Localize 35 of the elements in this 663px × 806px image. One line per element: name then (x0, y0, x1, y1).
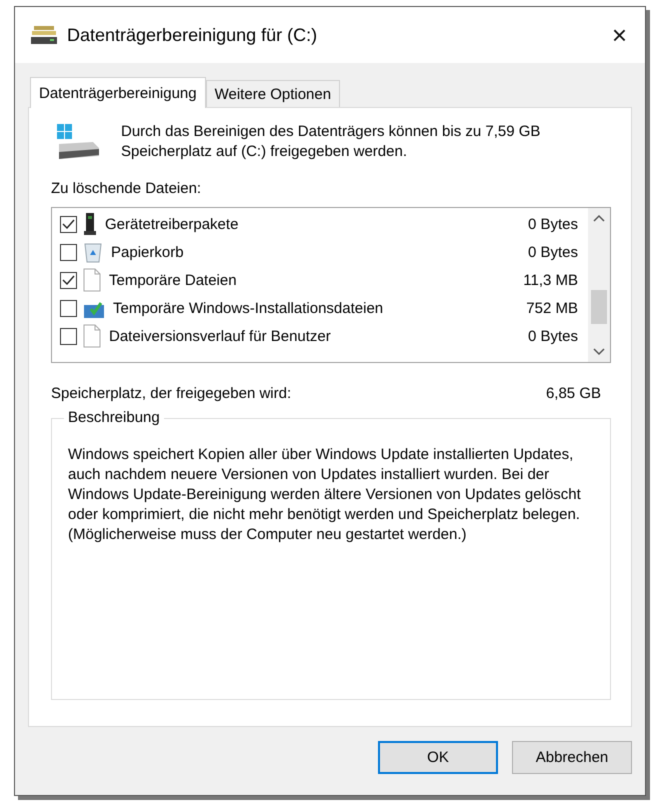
description-text: Windows speichert Kopien aller über Windows Update installierten Updates, auch nachdem neuere Versionen von Updates installiert wurden. Bei der Windows Update-Bereinigung werden ältere Versionen von Updates gelöscht oder komprimiert, die nicht mehr benötigt werden und Speicherplatz belegen. (Möglicherweise muss der Computer neu gestartet werden.) (68, 445, 582, 545)
file-size: 0 Bytes (528, 244, 579, 260)
checkbox[interactable] (60, 216, 77, 232)
file-category-name: Dateiversionsverlauf für Benutzer (109, 328, 332, 344)
file-icon (83, 268, 101, 292)
drive-icon (31, 25, 57, 45)
close-button[interactable]: × (608, 20, 631, 50)
file-category-name: Temporäre Dateien (109, 272, 238, 288)
window-title: Datenträgerbereinigung für (C:) (67, 24, 318, 46)
scroll-thumb[interactable] (591, 290, 607, 324)
recycle-bin-icon (83, 241, 103, 263)
freed-space-value: 6,85 GB (546, 385, 601, 402)
checkbox[interactable] (60, 244, 77, 260)
device-icon (83, 213, 97, 235)
file-size: 0 Bytes (528, 328, 579, 344)
intro-text: Durch das Bereinigen des Datenträgers können bis zu 7,59 GB Speicherplatz auf (C:) freigegeben werden. (121, 122, 542, 162)
file-size: 752 MB (526, 300, 579, 316)
file-size: 11,3 MB (523, 272, 579, 288)
tab[interactable]: Datenträgerbereinigung (30, 77, 206, 108)
checkbox[interactable] (60, 328, 77, 344)
freed-space-label: Speicherplatz, der freigegeben wird: (51, 385, 292, 402)
checkbox[interactable] (60, 272, 77, 288)
dialog-button[interactable]: OK (378, 741, 498, 774)
dialog-button[interactable]: Abbrechen (512, 741, 632, 774)
files-label: Zu löschende Dateien: (51, 180, 202, 197)
scrollbar[interactable] (588, 208, 610, 362)
file-icon (83, 324, 101, 348)
hard-drive-icon (55, 122, 101, 160)
checkbox[interactable] (60, 300, 77, 316)
tab[interactable]: Weitere Optionen (206, 80, 340, 107)
file-category-name: Gerätetreiberpakete (105, 216, 240, 232)
file-category-name: Papierkorb (111, 244, 185, 260)
group-title: Beschreibung (64, 409, 164, 426)
file-size: 0 Bytes (528, 216, 579, 232)
file-category-name: Temporäre Windows-Installationsdateien (113, 300, 384, 316)
